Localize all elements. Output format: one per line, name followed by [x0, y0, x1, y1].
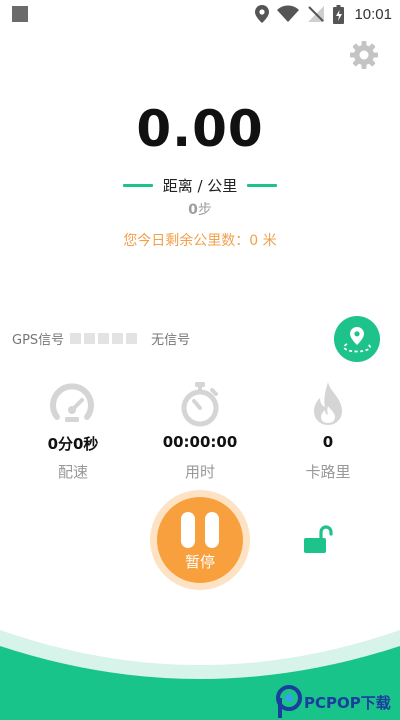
gps-signal-bars [70, 332, 138, 344]
status-icons: 10:01 [255, 4, 392, 24]
duration-label: 用时 [184, 463, 215, 481]
gps-signal-bar [84, 332, 96, 344]
map-location-icon [343, 327, 371, 353]
pace-label: 配速 [57, 463, 88, 481]
calories-value: 0 [322, 433, 334, 451]
divider-right [247, 183, 278, 187]
location-pin-icon [255, 5, 270, 23]
pause-icon [181, 512, 219, 548]
status-time: 10:01 [354, 5, 392, 23]
gps-signal-bar [98, 332, 110, 344]
speedometer-icon [50, 383, 94, 422]
flame-icon [314, 382, 342, 425]
gps-signal-bar [112, 332, 124, 344]
wifi-icon [277, 5, 300, 22]
duration-value: 00:00:00 [162, 433, 238, 451]
gps-signal-row: GPS信号 无信号 [12, 329, 191, 348]
watermark-text: PCPOP下载 [304, 693, 391, 712]
pcpop-logo-icon [276, 685, 302, 718]
pace-value: 0分0秒 [47, 435, 99, 453]
calories-label: 卡路里 [305, 463, 351, 481]
distance-label: 距离 / 公里 [162, 176, 238, 195]
gear-icon[interactable] [349, 40, 379, 70]
battery-charging-icon [333, 4, 345, 24]
gps-signal-bar [70, 332, 82, 344]
steps-counter: 0步 [0, 199, 400, 219]
steps-unit: 步 [197, 202, 212, 218]
notification-icon [12, 6, 28, 22]
distance-value: 0.00 [136, 100, 264, 158]
gps-label: GPS信号 [12, 332, 65, 348]
steps-count: 0 [188, 202, 198, 218]
watermark: PCPOP下载 [276, 684, 400, 720]
remaining-distance-text: 您今日剩余公里数：0 米 [123, 233, 277, 249]
divider-left [122, 183, 153, 187]
no-signal-icon [308, 6, 325, 22]
status-bar: 10:01 [0, 0, 400, 28]
stopwatch-icon [181, 382, 219, 427]
gps-status: 无信号 [151, 332, 191, 348]
gps-signal-bar [126, 332, 138, 344]
distance-label-row: 距离 / 公里 [0, 174, 400, 196]
location-button[interactable] [334, 316, 380, 362]
pause-label: 暂停 [184, 553, 215, 571]
unlock-icon[interactable] [302, 524, 334, 556]
